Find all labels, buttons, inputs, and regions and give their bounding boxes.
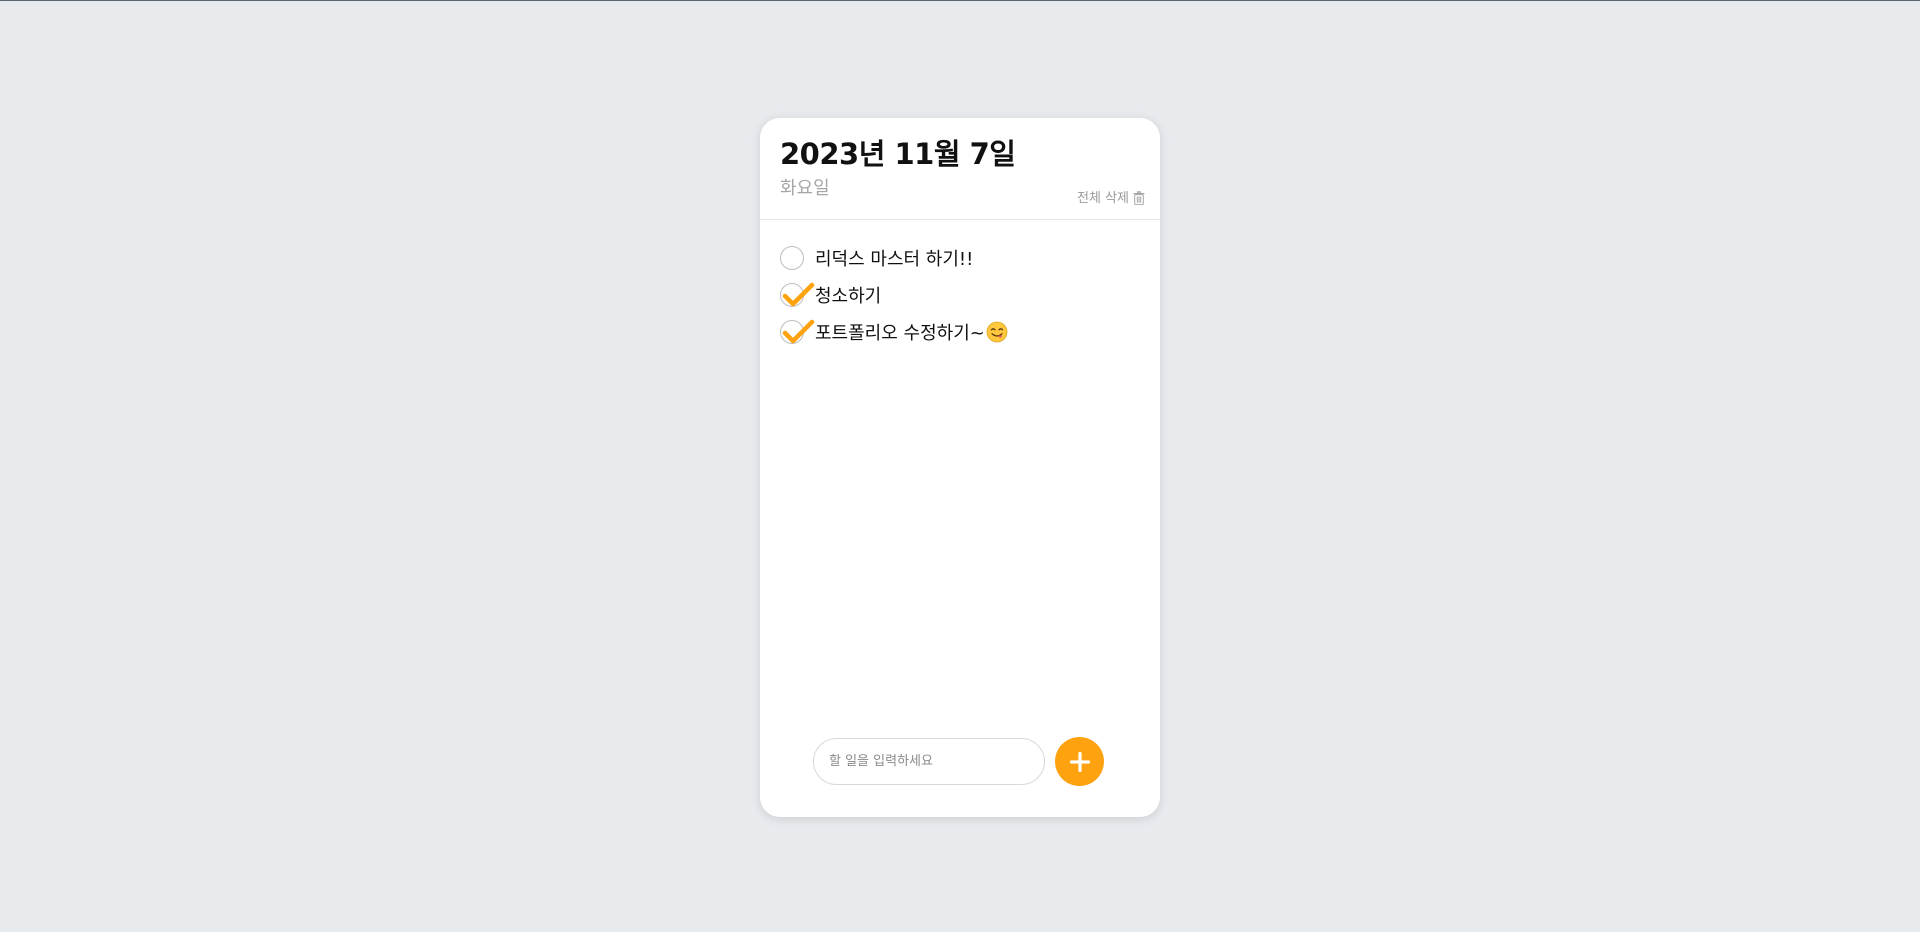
clear-all-button[interactable]: 전체 삭제 xyxy=(1077,187,1145,206)
trash-icon xyxy=(1133,190,1145,205)
yum-face-emoji-icon xyxy=(986,321,1008,342)
checkmark-icon xyxy=(782,282,815,306)
todo-item: 리덕스 마스터 하기!! xyxy=(780,239,1140,276)
add-todo-form xyxy=(813,737,1104,786)
todo-checkbox-checked[interactable] xyxy=(780,319,815,344)
todo-text: 청소하기 xyxy=(815,285,882,307)
todo-checkbox[interactable] xyxy=(780,245,804,270)
todo-header: 2023년 11월 7일 화요일 전체 삭제 xyxy=(760,118,1160,220)
plus-icon xyxy=(1069,751,1090,772)
add-todo-button[interactable] xyxy=(1055,737,1104,786)
todo-item: 청소하기 xyxy=(780,276,1140,313)
todo-text: 리덕스 마스터 하기!! xyxy=(815,248,974,270)
date-title: 2023년 11월 7일 xyxy=(780,137,1016,171)
todo-text-label: 포트폴리오 수정하기~ xyxy=(815,322,985,344)
clear-all-label: 전체 삭제 xyxy=(1077,191,1129,206)
todo-text: 포트폴리오 수정하기~ xyxy=(815,319,1008,345)
checkmark-icon xyxy=(782,319,815,343)
todo-checkbox-checked[interactable] xyxy=(780,282,815,307)
todo-input[interactable] xyxy=(813,738,1045,785)
todo-card: 2023년 11월 7일 화요일 전체 삭제 리덕스 마스터 하기!! 청소하기… xyxy=(760,118,1160,817)
todo-item: 포트폴리오 수정하기~ xyxy=(780,313,1140,350)
todo-list: 리덕스 마스터 하기!! 청소하기 포트폴리오 수정하기~ xyxy=(760,220,1160,350)
